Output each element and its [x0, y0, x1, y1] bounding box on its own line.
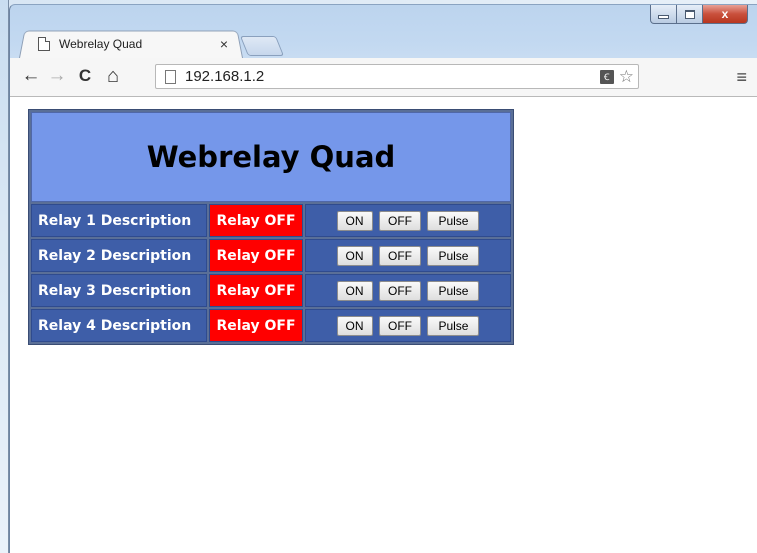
- minimize-button[interactable]: [650, 5, 677, 24]
- browser-tab-content[interactable]: Webrelay Quad ×: [28, 34, 238, 54]
- relay-on-button[interactable]: ON: [336, 210, 373, 231]
- relay-row-4: Relay 4 Description Relay OFF ON OFF Pul…: [31, 309, 511, 342]
- reload-button[interactable]: C: [74, 64, 96, 88]
- relay-description: Relay 3 Description: [31, 274, 207, 307]
- relay-on-button[interactable]: ON: [336, 245, 373, 266]
- window-controls: x: [650, 5, 748, 27]
- relay-description: Relay 2 Description: [31, 239, 207, 272]
- page-icon: [165, 69, 176, 84]
- forward-arrow-icon: →: [47, 65, 67, 86]
- menu-icon[interactable]: ≡: [736, 67, 747, 88]
- translate-icon[interactable]: Ꞓ: [599, 69, 614, 84]
- relay-pulse-button[interactable]: Pulse: [427, 210, 480, 231]
- maximize-button[interactable]: [677, 5, 703, 24]
- relay-controls: ON OFF Pulse: [305, 239, 511, 272]
- new-tab-button[interactable]: [239, 36, 285, 56]
- home-icon: ⌂: [106, 64, 120, 87]
- relay-off-button[interactable]: OFF: [379, 210, 421, 231]
- relay-table: Webrelay Quad Relay 1 Description Relay …: [28, 109, 514, 345]
- home-button[interactable]: ⌂: [102, 64, 124, 88]
- back-arrow-icon: ←: [21, 65, 41, 86]
- relay-controls: ON OFF Pulse: [305, 274, 511, 307]
- page-title: Webrelay Quad: [31, 112, 511, 202]
- relay-row-3: Relay 3 Description Relay OFF ON OFF Pul…: [31, 274, 511, 307]
- relay-controls: ON OFF Pulse: [305, 309, 511, 342]
- relay-off-button[interactable]: OFF: [379, 245, 421, 266]
- bookmark-star-icon[interactable]: ☆: [619, 67, 634, 87]
- relay-pulse-button[interactable]: Pulse: [427, 315, 480, 336]
- relay-on-button[interactable]: ON: [336, 280, 373, 301]
- relay-controls: ON OFF Pulse: [305, 204, 511, 237]
- browser-toolbar: ← → C ⌂ 192.168.1.2 Ꞓ ☆ ≡: [10, 58, 757, 97]
- reload-icon: C: [78, 66, 92, 85]
- relay-on-button[interactable]: ON: [336, 315, 373, 336]
- page-icon: [38, 37, 50, 51]
- close-icon: x: [721, 7, 729, 21]
- relay-off-button[interactable]: OFF: [379, 315, 421, 336]
- maximize-icon: [684, 9, 695, 19]
- relay-pulse-button[interactable]: Pulse: [427, 280, 480, 301]
- relay-status: Relay OFF: [209, 204, 303, 237]
- url-text[interactable]: 192.168.1.2: [185, 68, 600, 85]
- relay-status: Relay OFF: [209, 274, 303, 307]
- relay-row-1: Relay 1 Description Relay OFF ON OFF Pul…: [31, 204, 511, 237]
- relay-off-button[interactable]: OFF: [379, 280, 421, 301]
- address-bar[interactable]: 192.168.1.2 Ꞓ ☆: [155, 64, 639, 89]
- tab-title: Webrelay Quad: [59, 37, 143, 51]
- relay-status: Relay OFF: [209, 239, 303, 272]
- relay-description: Relay 4 Description: [31, 309, 207, 342]
- relay-row-2: Relay 2 Description Relay OFF ON OFF Pul…: [31, 239, 511, 272]
- forward-button[interactable]: →: [46, 64, 68, 88]
- relay-description: Relay 1 Description: [31, 204, 207, 237]
- desktop-background-edge: [0, 0, 9, 553]
- tab-close-icon[interactable]: ×: [216, 36, 232, 52]
- translate-glyph: Ꞓ: [603, 72, 610, 82]
- relay-status: Relay OFF: [209, 309, 303, 342]
- page-content: Webrelay Quad Relay 1 Description Relay …: [10, 97, 757, 553]
- close-window-button[interactable]: x: [703, 5, 748, 24]
- relay-pulse-button[interactable]: Pulse: [427, 245, 480, 266]
- minimize-icon: [658, 15, 669, 19]
- back-button[interactable]: ←: [20, 64, 42, 88]
